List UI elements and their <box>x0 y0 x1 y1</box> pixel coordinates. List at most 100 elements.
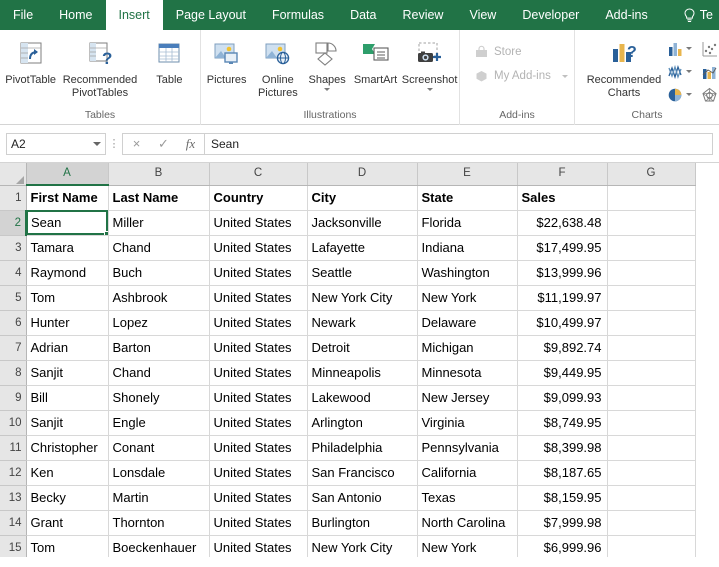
cell-A6[interactable]: Hunter <box>26 310 109 336</box>
cell-F12[interactable]: $8,187.65 <box>517 460 608 486</box>
row-header-3[interactable]: 3 <box>0 235 27 261</box>
shapes-button[interactable]: Shapes <box>303 34 350 91</box>
cell-E9[interactable]: New Jersey <box>417 385 518 411</box>
cell-B7[interactable]: Barton <box>108 335 210 361</box>
cell-F15[interactable]: $6,999.96 <box>517 535 608 557</box>
cell-G3[interactable] <box>607 235 696 261</box>
name-box[interactable]: A2 <box>6 132 106 155</box>
cell-D12[interactable]: San Francisco <box>307 460 418 486</box>
cell-E8[interactable]: Minnesota <box>417 360 518 386</box>
cell-C11[interactable]: United States <box>209 435 308 461</box>
cell-D11[interactable]: Philadelphia <box>307 435 418 461</box>
cell-D9[interactable]: Lakewood <box>307 385 418 411</box>
row-header-15[interactable]: 15 <box>0 535 27 557</box>
cell-D8[interactable]: Minneapolis <box>307 360 418 386</box>
cell-D1[interactable]: City <box>307 185 418 211</box>
cell-B3[interactable]: Chand <box>108 235 210 261</box>
cell-E12[interactable]: California <box>417 460 518 486</box>
cell-E10[interactable]: Virginia <box>417 410 518 436</box>
combo-chart-button[interactable] <box>701 64 719 80</box>
row-header-7[interactable]: 7 <box>0 335 27 361</box>
cell-A2[interactable]: Sean <box>26 210 109 236</box>
cell-A1[interactable]: First Name <box>26 185 109 211</box>
cell-A7[interactable]: Adrian <box>26 335 109 361</box>
tab-file[interactable]: File <box>0 0 46 30</box>
cell-E14[interactable]: North Carolina <box>417 510 518 536</box>
cell-A8[interactable]: Sanjit <box>26 360 109 386</box>
cell-B4[interactable]: Buch <box>108 260 210 286</box>
cell-G6[interactable] <box>607 310 696 336</box>
cell-C7[interactable]: United States <box>209 335 308 361</box>
cell-A10[interactable]: Sanjit <box>26 410 109 436</box>
column-chart-button[interactable] <box>667 41 701 57</box>
cell-F8[interactable]: $9,449.95 <box>517 360 608 386</box>
shapes-dropdown-caret-icon[interactable] <box>324 87 331 91</box>
cell-B6[interactable]: Lopez <box>108 310 210 336</box>
pivottable-button[interactable]: PivotTable <box>0 34 61 87</box>
cell-C12[interactable]: United States <box>209 460 308 486</box>
tab-home[interactable]: Home <box>46 0 105 30</box>
cell-C3[interactable]: United States <box>209 235 308 261</box>
row-header-6[interactable]: 6 <box>0 310 27 336</box>
cell-C1[interactable]: Country <box>209 185 308 211</box>
cell-A11[interactable]: Christopher <box>26 435 109 461</box>
column-chart-caret-icon[interactable] <box>686 47 692 50</box>
cell-E13[interactable]: Texas <box>417 485 518 511</box>
tab-developer[interactable]: Developer <box>509 0 592 30</box>
scatter-chart-button[interactable] <box>701 41 719 57</box>
column-header-g[interactable]: G <box>607 163 696 186</box>
row-header-10[interactable]: 10 <box>0 410 27 436</box>
table-button[interactable]: Table <box>139 34 200 87</box>
cell-F7[interactable]: $9,892.74 <box>517 335 608 361</box>
cancel-formula-icon[interactable]: × <box>123 134 150 154</box>
row-header-2[interactable]: 2 <box>0 210 27 236</box>
pie-chart-button[interactable] <box>667 87 701 103</box>
cell-E5[interactable]: New York <box>417 285 518 311</box>
cell-F3[interactable]: $17,499.95 <box>517 235 608 261</box>
cell-C15[interactable]: United States <box>209 535 308 557</box>
row-header-9[interactable]: 9 <box>0 385 27 411</box>
row-header-5[interactable]: 5 <box>0 285 27 311</box>
cell-B14[interactable]: Thornton <box>108 510 210 536</box>
cell-C2[interactable]: United States <box>209 210 308 236</box>
cell-A9[interactable]: Bill <box>26 385 109 411</box>
select-all-corner[interactable] <box>0 163 27 186</box>
column-header-a[interactable]: A <box>26 163 109 186</box>
cell-C5[interactable]: United States <box>209 285 308 311</box>
cell-A5[interactable]: Tom <box>26 285 109 311</box>
cell-A13[interactable]: Becky <box>26 485 109 511</box>
cell-E2[interactable]: Florida <box>417 210 518 236</box>
tab-view[interactable]: View <box>456 0 509 30</box>
cell-E11[interactable]: Pennsylvania <box>417 435 518 461</box>
line-chart-caret-icon[interactable] <box>686 70 692 73</box>
cell-G1[interactable] <box>607 185 696 211</box>
column-header-e[interactable]: E <box>417 163 518 186</box>
cell-G11[interactable] <box>607 435 696 461</box>
cell-B2[interactable]: Miller <box>108 210 210 236</box>
cell-F13[interactable]: $8,159.95 <box>517 485 608 511</box>
screenshot-button[interactable]: Screenshot <box>400 34 459 91</box>
smartart-button[interactable]: SmartArt <box>351 34 400 87</box>
cell-F1[interactable]: Sales <box>517 185 608 211</box>
cell-C14[interactable]: United States <box>209 510 308 536</box>
row-header-13[interactable]: 13 <box>0 485 27 511</box>
column-header-c[interactable]: C <box>209 163 308 186</box>
cell-D5[interactable]: New York City <box>307 285 418 311</box>
cell-D14[interactable]: Burlington <box>307 510 418 536</box>
cell-D2[interactable]: Jacksonville <box>307 210 418 236</box>
cell-B13[interactable]: Martin <box>108 485 210 511</box>
tab-data[interactable]: Data <box>337 0 389 30</box>
cell-B8[interactable]: Chand <box>108 360 210 386</box>
my-addins-button[interactable]: My Add-ins <box>468 64 574 88</box>
cell-A15[interactable]: Tom <box>26 535 109 557</box>
row-header-4[interactable]: 4 <box>0 260 27 286</box>
cell-E1[interactable]: State <box>417 185 518 211</box>
cell-B1[interactable]: Last Name <box>108 185 210 211</box>
tab-page-layout[interactable]: Page Layout <box>163 0 259 30</box>
cell-F5[interactable]: $11,199.97 <box>517 285 608 311</box>
column-header-b[interactable]: B <box>108 163 210 186</box>
cell-G10[interactable] <box>607 410 696 436</box>
cell-A14[interactable]: Grant <box>26 510 109 536</box>
formula-bar-handle[interactable]: ⋮ <box>106 137 122 150</box>
cell-A12[interactable]: Ken <box>26 460 109 486</box>
